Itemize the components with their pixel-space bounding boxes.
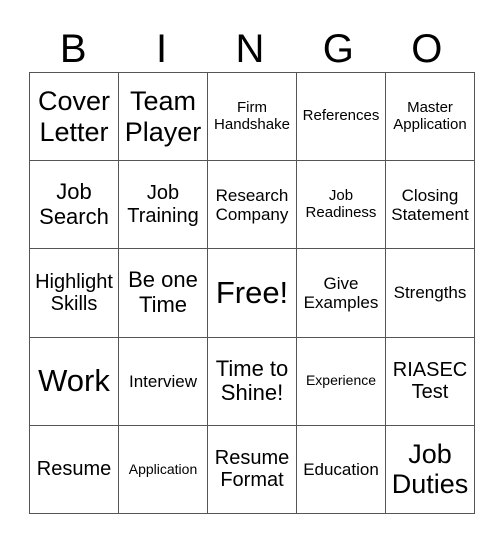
bingo-cell[interactable]: Research Company (207, 160, 297, 250)
bingo-cell[interactable]: Give Examples (296, 248, 386, 338)
bingo-cell[interactable]: Master Application (385, 71, 475, 162)
bingo-cell[interactable]: Be one Time (118, 248, 208, 338)
grid-row: Job Search Job Training Research Company… (29, 160, 475, 250)
bingo-cell[interactable]: Firm Handshake (207, 71, 297, 162)
grid-row: Resume Application Resume Format Educati… (29, 424, 475, 515)
bingo-cell[interactable]: Highlight Skills (29, 248, 119, 338)
header-letter-n: N (235, 27, 265, 71)
bingo-cell[interactable]: RIASEC Test (385, 336, 475, 426)
grid-row: Work Interview Time to Shine! Experience… (29, 336, 475, 426)
bingo-cell[interactable]: Closing Statement (385, 160, 475, 250)
free-space-cell[interactable]: Free! (207, 248, 297, 338)
bingo-cell[interactable]: Work (29, 336, 119, 426)
bingo-cell[interactable]: Cover Letter (29, 71, 119, 162)
bingo-cell[interactable]: Job Training (118, 160, 208, 250)
header-letter-o: O (411, 27, 443, 71)
bingo-header: B I N G O (29, 24, 471, 74)
grid-row: Highlight Skills Be one Time Free! Give … (29, 248, 475, 338)
bingo-cell[interactable]: References (296, 71, 386, 162)
header-letter-i: I (156, 27, 168, 71)
bingo-cell[interactable]: Job Readiness (296, 160, 386, 250)
bingo-cell[interactable]: Resume (29, 424, 119, 515)
header-letter-g: G (322, 27, 354, 71)
bingo-cell[interactable]: Team Player (118, 71, 208, 162)
bingo-cell[interactable]: Experience (296, 336, 386, 426)
grid-row: Cover Letter Team Player Firm Handshake … (29, 71, 475, 162)
bingo-cell[interactable]: Education (296, 424, 386, 515)
bingo-cell[interactable]: Strengths (385, 248, 475, 338)
bingo-grid: Cover Letter Team Player Firm Handshake … (29, 71, 475, 515)
bingo-cell[interactable]: Resume Format (207, 424, 297, 515)
bingo-cell[interactable]: Job Search (29, 160, 119, 250)
bingo-cell[interactable]: Job Duties (385, 424, 475, 515)
bingo-cell[interactable]: Interview (118, 336, 208, 426)
bingo-cell[interactable]: Application (118, 424, 208, 515)
bingo-cell[interactable]: Time to Shine! (207, 336, 297, 426)
header-letter-b: B (59, 27, 87, 71)
